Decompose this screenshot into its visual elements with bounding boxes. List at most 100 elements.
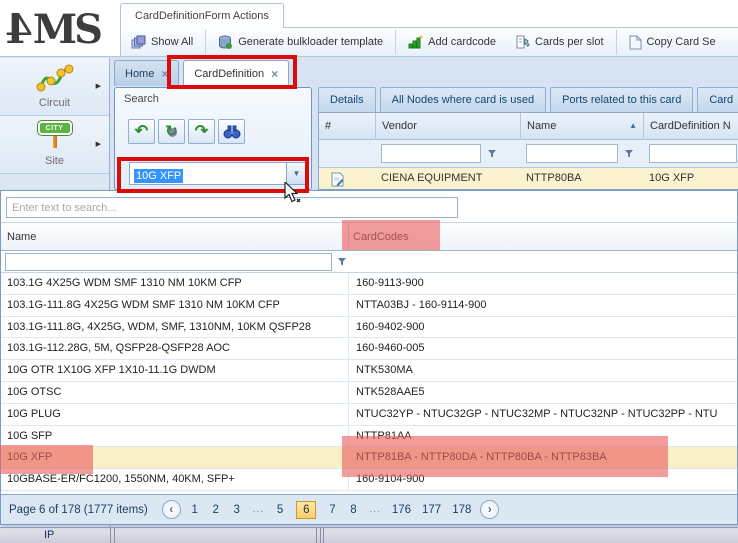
- sort-ascending-icon: ▲: [629, 121, 637, 130]
- dropdown-column-name[interactable]: Name: [7, 223, 36, 251]
- dropdown-header-row: Name CardCodes: [1, 222, 737, 251]
- sidebar-item-site[interactable]: CITY ▶ Site: [0, 116, 109, 174]
- expand-arrow-icon[interactable]: ▶: [96, 140, 101, 148]
- pager-prev-button[interactable]: ‹: [161, 500, 181, 519]
- filter-icon[interactable]: [487, 149, 498, 160]
- pager-page-3[interactable]: 3: [232, 504, 242, 516]
- list-item[interactable]: 103.1G-111.8G, 4X25G, WDM, SMF, 1310NM, …: [1, 316, 737, 339]
- combobox-dropdown-button[interactable]: ▼: [286, 162, 307, 185]
- pager-page-8[interactable]: 8: [348, 504, 358, 516]
- generate-bulkloader-template-button[interactable]: Generate bulkloader template: [208, 29, 393, 55]
- filter-icon[interactable]: [624, 149, 635, 160]
- bar-chart-icon: [408, 35, 423, 49]
- sidebar-item-circuit[interactable]: ▶ Circuit: [0, 58, 109, 116]
- add-cardcode-button[interactable]: Add cardcode: [398, 29, 506, 55]
- details-panel-tabs: Details All Nodes where card is used Por…: [318, 87, 738, 112]
- combobox-field[interactable]: 10G XFP: [129, 162, 287, 185]
- document-icon: [629, 35, 642, 49]
- list-item[interactable]: 10G XFP NTTP81BA - NTTP80DA - NTTP80BA - …: [1, 447, 737, 470]
- tab-cards[interactable]: Card: [697, 87, 738, 112]
- pager-ellipsis: ...: [252, 504, 265, 515]
- list-item[interactable]: 10G OTR 1X10G XFP 1X10-11.1G DWDM NTK530M…: [1, 360, 737, 382]
- carddefinition-combobox[interactable]: 10G XFP ▼: [129, 162, 405, 185]
- cards-per-slot-button[interactable]: Cards per slot: [506, 29, 613, 55]
- name-filter-input[interactable]: [526, 144, 618, 163]
- pager-page-5[interactable]: 5: [275, 504, 285, 516]
- tab-carddefinition[interactable]: CardDefinition ×: [183, 60, 290, 86]
- pager-ellipsis: ...: [369, 504, 381, 515]
- copy-card-button[interactable]: Copy Card Se: [619, 29, 726, 55]
- list-item[interactable]: 10G SFP NTTP81AA: [1, 425, 737, 448]
- pager-page-7[interactable]: 7: [327, 504, 337, 516]
- dropdown-search-input[interactable]: [6, 197, 458, 218]
- cell-name: NTTP80BA: [526, 172, 582, 184]
- top-header: 4MS CardDefinitionForm Actions Show All …: [0, 0, 738, 57]
- list-item[interactable]: 10GBASE-ER/FC1200, 1550NM, 40KM, SFP+ 160…: [1, 469, 737, 491]
- cell-carddefinition: 10G XFP: [649, 172, 695, 184]
- row-cardcodes: 160-9402-900: [356, 320, 425, 333]
- column-divider: [348, 273, 349, 295]
- find-button[interactable]: [218, 119, 245, 144]
- row-cardcodes: NTTP81AA: [356, 429, 412, 442]
- toolbar-separator: [395, 30, 397, 54]
- filter-icon[interactable]: [337, 257, 348, 268]
- list-item[interactable]: 103.1G-111.8G 4X25G WDM SMF 1310 NM 10KM…: [1, 294, 737, 317]
- pager-page-177[interactable]: 177: [422, 504, 441, 516]
- row-cardcodes: 160-9460-005: [356, 342, 425, 355]
- pager-page-1[interactable]: 1: [190, 504, 200, 516]
- tab-ports-related[interactable]: Ports related to this card: [550, 87, 694, 112]
- dropdown-column-cardcodes[interactable]: CardCodes: [353, 223, 409, 251]
- column-header-number[interactable]: #: [319, 113, 376, 140]
- grid-header-row: # Vendor ▲ Name CardDefinition N: [319, 113, 738, 140]
- undo-button[interactable]: ↶: [128, 119, 155, 144]
- document-tabs: Home × CardDefinition ×: [114, 60, 290, 86]
- dropdown-filter-row: [1, 251, 737, 273]
- copy-card-label: Copy Card Se: [646, 36, 716, 48]
- column-divider: [348, 447, 349, 470]
- row-cardcodes: 160-9104-900: [356, 473, 425, 486]
- pager-next-button[interactable]: ›: [480, 500, 500, 519]
- column-header-name[interactable]: ▲ Name: [521, 113, 644, 140]
- pager-page-176[interactable]: 176: [392, 504, 411, 516]
- list-item[interactable]: 103.1G 4X25G WDM SMF 1310 NM 10KM CFP 160…: [1, 273, 737, 295]
- tab-home[interactable]: Home ×: [114, 60, 180, 86]
- ribbon-tab-carddefinitionform-actions[interactable]: CardDefinitionForm Actions: [120, 3, 284, 28]
- show-all-button[interactable]: Show All: [121, 29, 203, 55]
- cards-per-slot-label: Cards per slot: [535, 36, 604, 48]
- expand-arrow-icon[interactable]: ▶: [96, 82, 101, 90]
- row-name: 10G PLUG: [7, 407, 61, 420]
- chevron-down-icon: ▼: [292, 169, 301, 178]
- tab-all-nodes[interactable]: All Nodes where card is used: [379, 87, 547, 112]
- column-divider: [348, 360, 349, 382]
- column-header-vendor[interactable]: Vendor: [376, 113, 521, 140]
- column-divider: [348, 403, 349, 426]
- list-item[interactable]: 10G PLUG NTUC32YP - NTUC32GP - NTUC32MP -…: [1, 403, 737, 426]
- generate-bulkloader-label: Generate bulkloader template: [238, 36, 384, 48]
- pager-summary: Page 6 of 178 (1777 items): [9, 503, 148, 516]
- column-divider: [348, 469, 349, 491]
- tab-details[interactable]: Details: [318, 87, 376, 112]
- close-icon[interactable]: ×: [161, 68, 168, 80]
- column-divider: [348, 223, 349, 250]
- row-name: 10G OTSC: [7, 385, 62, 398]
- toolbar-separator: [615, 30, 617, 54]
- row-name: 10G OTR 1X10G XFP 1X10-11.1G DWDM: [7, 364, 216, 377]
- dropdown-name-filter-input[interactable]: [5, 253, 332, 271]
- city-sign-icon: CITY: [36, 120, 73, 148]
- card-slot-icon: [516, 35, 530, 48]
- carddefinition-filter-input[interactable]: [649, 144, 737, 163]
- pager-pages: 1 2 3... 5 6 7 8... 176 177 178: [190, 500, 471, 519]
- redo-button[interactable]: ↷: [188, 119, 215, 144]
- vendor-filter-input[interactable]: [381, 144, 481, 163]
- refresh-button[interactable]: ↻: [158, 119, 185, 144]
- row-cardcodes: 160-9113-900: [356, 277, 424, 289]
- pager-page-6[interactable]: 6: [296, 500, 317, 519]
- pager-page-178[interactable]: 178: [452, 504, 471, 516]
- pager-page-2[interactable]: 2: [211, 504, 221, 516]
- column-header-carddefinition[interactable]: CardDefinition N: [644, 113, 738, 140]
- ip-column-label: IP: [44, 529, 55, 541]
- sidebar-item-label: Circuit: [38, 97, 71, 109]
- list-item[interactable]: 10G OTSC NTK528AAE5: [1, 381, 737, 404]
- list-item[interactable]: 103.1G-112.28G, 5M, QSFP28-QSFP28 AOC 160…: [1, 338, 737, 361]
- close-icon[interactable]: ×: [271, 68, 278, 80]
